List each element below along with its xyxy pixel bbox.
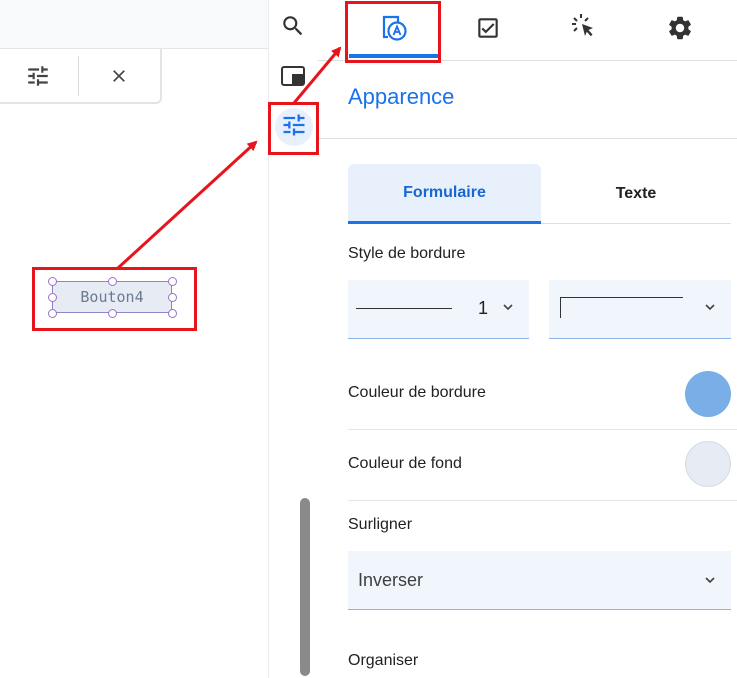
annotation-arrows (116, 46, 342, 270)
